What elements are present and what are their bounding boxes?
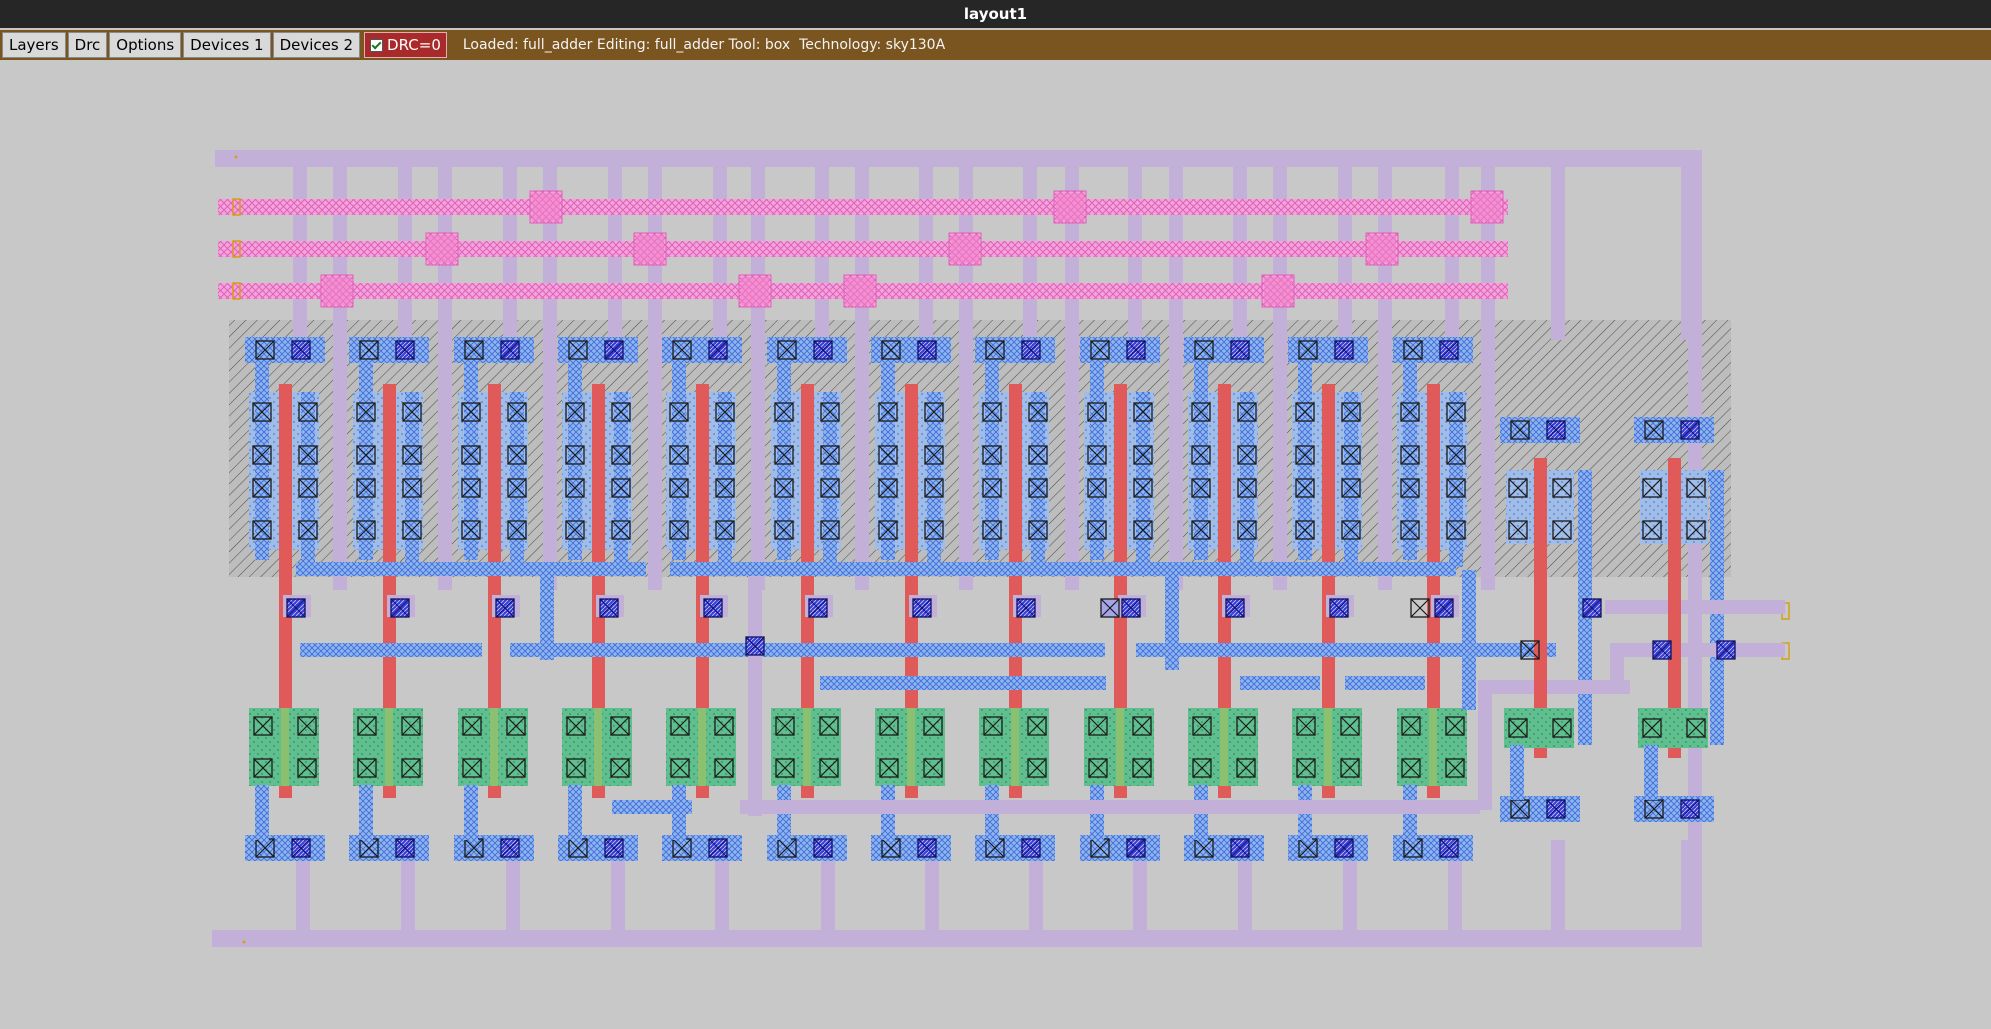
li-route xyxy=(1240,676,1320,690)
pin-dot xyxy=(234,155,238,159)
n-channel xyxy=(907,708,915,786)
drc-toggle[interactable]: DRC=0 xyxy=(364,32,447,58)
li-finger xyxy=(1510,745,1524,800)
checkbox-icon[interactable] xyxy=(370,38,384,52)
n-channel xyxy=(698,708,706,786)
li-route xyxy=(1165,570,1179,670)
m1-strap-bottom xyxy=(1551,840,1565,940)
n-channel xyxy=(1429,708,1437,786)
m1-strap-mid xyxy=(648,160,662,590)
contact-icon xyxy=(1410,598,1430,618)
drc-label: DRC=0 xyxy=(387,36,441,54)
m1-strap-mid xyxy=(1169,160,1183,590)
n-channel xyxy=(490,708,498,786)
m1-strap-mid xyxy=(855,160,869,590)
metal2-pad-fill xyxy=(428,235,456,263)
m1-strap-bottom xyxy=(1681,840,1695,940)
metal2-bus xyxy=(218,199,1508,215)
layers-button[interactable]: Layers xyxy=(2,32,66,58)
m1-strap-top xyxy=(1681,160,1695,340)
li-route xyxy=(612,800,692,814)
li-finger xyxy=(1644,745,1658,800)
metal2-pad-fill xyxy=(846,277,874,305)
n-channel xyxy=(1324,708,1332,786)
m1-route xyxy=(1610,643,1624,693)
drc-button[interactable]: Drc xyxy=(67,32,108,58)
m1-strap-mid xyxy=(333,160,347,590)
metal2-pad-fill xyxy=(1264,277,1292,305)
li-finger xyxy=(464,785,478,840)
m1-strap-mid xyxy=(1481,160,1495,590)
metal2-pad-fill xyxy=(741,277,769,305)
m1-strap-mid xyxy=(1378,160,1392,590)
metal2-pad-fill xyxy=(951,235,979,263)
m1-route xyxy=(1478,680,1492,810)
n-channel xyxy=(281,708,289,786)
li-route xyxy=(1345,676,1425,690)
m1-route xyxy=(748,576,762,816)
li-route xyxy=(1156,562,1456,576)
n-channel xyxy=(594,708,602,786)
m1-strap-top xyxy=(1551,160,1565,340)
li-route xyxy=(755,643,1105,657)
m1-route xyxy=(1605,600,1785,614)
window-title: layout1 xyxy=(0,0,1991,28)
li-route xyxy=(296,562,646,576)
m1-strap-mid xyxy=(438,160,452,590)
pin-dot xyxy=(242,940,246,944)
devices1-button[interactable]: Devices 1 xyxy=(183,32,271,58)
metal2-pad-fill xyxy=(1056,193,1084,221)
li-finger xyxy=(255,785,269,840)
m1-strap-mid xyxy=(751,160,765,590)
li-route xyxy=(820,676,1106,690)
m1-route xyxy=(1480,680,1630,694)
n-channel xyxy=(803,708,811,786)
metal2-pad-fill xyxy=(323,277,351,305)
options-button[interactable]: Options xyxy=(109,32,182,58)
metal2-pad-fill xyxy=(636,235,664,263)
toolbar: Layers Drc Options Devices 1 Devices 2 D… xyxy=(0,30,1991,60)
metal2-pad-fill xyxy=(1368,235,1396,263)
n-channel xyxy=(1116,708,1124,786)
metal2-bus xyxy=(218,241,1508,257)
metal2-pad-fill xyxy=(532,193,560,221)
metal2-pad-fill xyxy=(1473,193,1501,221)
m1-strap-mid xyxy=(959,160,973,590)
n-diffusion xyxy=(1504,708,1574,748)
status-text: Loaded: full_adder Editing: full_adder T… xyxy=(462,37,946,53)
li-finger xyxy=(568,785,582,840)
n-channel xyxy=(1011,708,1019,786)
li-finger xyxy=(359,785,373,840)
m1-strap-mid xyxy=(543,160,557,590)
li-route xyxy=(1136,643,1556,657)
n-channel xyxy=(385,708,393,786)
n-diffusion xyxy=(1638,708,1708,748)
layout-canvas[interactable] xyxy=(0,60,1991,1029)
m1-route xyxy=(1615,643,1785,657)
li-route xyxy=(1462,570,1476,710)
n-channel xyxy=(1220,708,1228,786)
m1-strap-mid xyxy=(1065,160,1079,590)
m1-route xyxy=(740,800,1480,814)
devices2-button[interactable]: Devices 2 xyxy=(272,32,361,58)
m1-strap-mid xyxy=(1273,160,1287,590)
li-route xyxy=(540,570,554,660)
li-route xyxy=(300,643,482,657)
gnd-rail xyxy=(212,930,1702,947)
